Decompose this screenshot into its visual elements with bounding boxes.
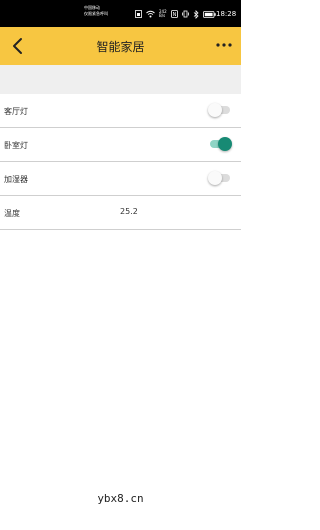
carrier-text: 中国移动 仅限紧急呼叫 (84, 5, 108, 17)
more-dots-icon (216, 43, 232, 47)
page-title: 智能家居 (96, 40, 145, 54)
svg-text:N: N (172, 12, 176, 18)
vibrate-icon (181, 10, 189, 18)
network-speed: 242 B/s (159, 9, 167, 18)
device-list: 客厅灯 卧室灯 加湿器 温度 25.2 (0, 94, 241, 230)
humidifier-switch[interactable] (208, 171, 232, 185)
header-spacer (0, 65, 241, 94)
switch-knob (218, 137, 232, 151)
carrier-emergency-note: 仅限紧急呼叫 (84, 11, 108, 16)
battery-icon (202, 10, 216, 18)
clock: 18:28 (216, 10, 237, 18)
status-bar: 中国移动 仅限紧急呼叫 242 B/s N 18:28 (0, 0, 241, 27)
sim-icon (135, 10, 142, 18)
nfc-icon: N (170, 10, 178, 18)
bedroom-light-switch[interactable] (208, 137, 232, 151)
temperature-label: 温度 (4, 209, 20, 218)
chevron-left-icon (13, 38, 22, 54)
app-bar: 智能家居 (0, 27, 241, 65)
temperature-value: 25.2 (120, 207, 138, 216)
wifi-icon (146, 10, 155, 18)
device-row-living-room-light: 客厅灯 (0, 94, 241, 128)
bluetooth-icon (193, 9, 199, 19)
watermark: ybx8.cn (97, 492, 144, 505)
more-button[interactable] (214, 37, 234, 53)
device-label: 卧室灯 (4, 141, 28, 150)
status-icons: 242 B/s N (135, 9, 216, 19)
device-label: 加湿器 (4, 175, 28, 184)
switch-knob (208, 171, 222, 185)
device-label: 客厅灯 (4, 107, 28, 116)
switch-knob (208, 103, 222, 117)
living-room-light-switch[interactable] (208, 103, 232, 117)
device-row-humidifier: 加湿器 (0, 162, 241, 196)
temperature-row: 温度 25.2 (0, 196, 241, 230)
device-row-bedroom-light: 卧室灯 (0, 128, 241, 162)
back-button[interactable] (8, 36, 28, 56)
